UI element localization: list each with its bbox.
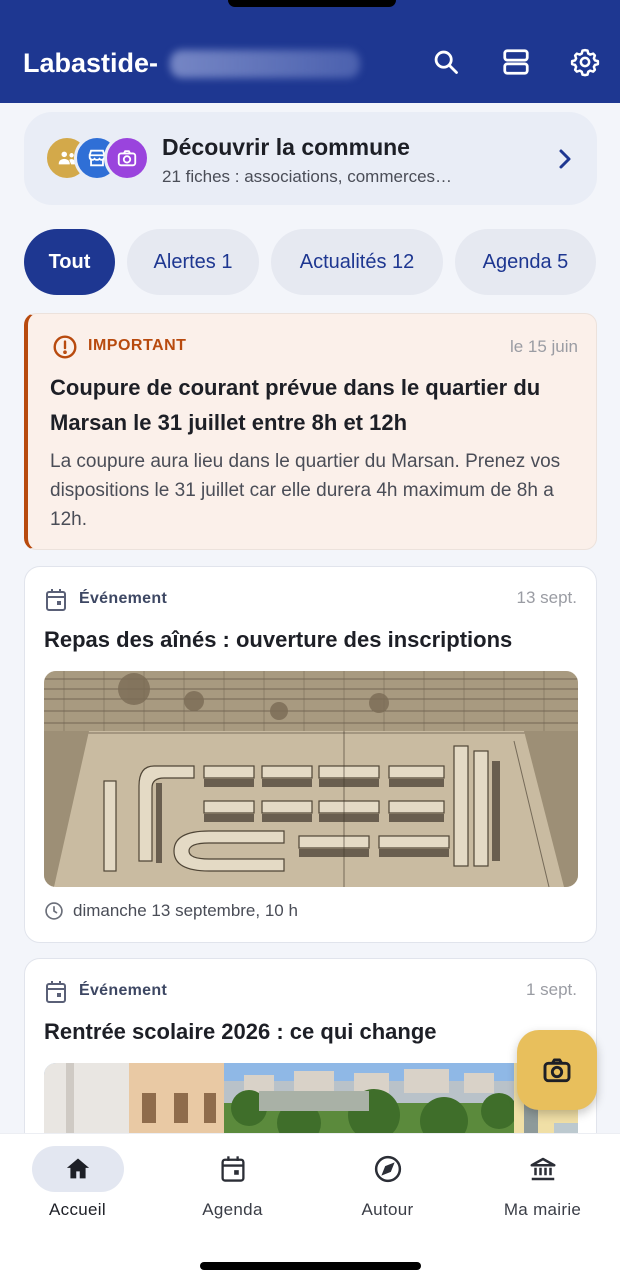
event-card-repas[interactable]: Événement 13 sept. Repas des aînés : ouv… xyxy=(24,566,597,943)
filter-chip-tout[interactable]: Tout xyxy=(24,229,115,295)
alert-label: IMPORTANT xyxy=(88,337,187,354)
nav-accueil-pill xyxy=(32,1146,124,1192)
nav-ma-mairie-pill xyxy=(497,1146,589,1192)
engraving-illustration xyxy=(44,671,578,887)
event-title: Repas des aînés : ouverture des inscript… xyxy=(44,627,513,652)
bottom-navigation: Accueil Agenda Autour Ma mairie xyxy=(0,1133,620,1281)
search-icon xyxy=(434,50,458,74)
calendar-icon xyxy=(221,1156,245,1182)
alert-circle-icon xyxy=(53,335,77,359)
report-photo-button[interactable] xyxy=(517,1030,597,1110)
nav-label: Accueil xyxy=(49,1200,106,1219)
calendar-icon xyxy=(46,589,66,611)
event-date: 1 sept. xyxy=(525,980,577,999)
event-type-label: Événement xyxy=(79,982,168,999)
home-indicator xyxy=(200,1262,421,1270)
settings-button[interactable] xyxy=(570,46,600,78)
calendar-icon xyxy=(46,981,66,1003)
nav-label: Ma mairie xyxy=(503,1200,582,1219)
discover-subtitle: 21 fiches : associations, commerces… xyxy=(162,167,453,186)
redacted-title-blur xyxy=(170,50,360,78)
view-agenda-icon xyxy=(503,49,529,75)
nav-label: Agenda xyxy=(202,1200,263,1219)
nav-autour[interactable]: Autour xyxy=(310,1144,465,1234)
nav-accueil[interactable]: Accueil xyxy=(0,1144,155,1234)
alert-date: le 15 juin xyxy=(509,337,578,356)
view-toggle-button[interactable] xyxy=(501,46,531,78)
device-notch xyxy=(228,0,396,7)
filter-chip-alertes[interactable]: Alertes 1 xyxy=(127,229,259,295)
camera-icon xyxy=(117,150,137,167)
gear-icon xyxy=(570,48,600,77)
discover-commune-card[interactable]: Découvrir la commune 21 fiches : associa… xyxy=(24,112,597,205)
nav-agenda-pill xyxy=(187,1146,279,1192)
nav-ma-mairie[interactable]: Ma mairie xyxy=(465,1144,620,1234)
chevron-right-icon xyxy=(559,149,571,169)
nav-autour-pill xyxy=(342,1146,434,1192)
filter-chip-agenda[interactable]: Agenda 5 xyxy=(455,229,596,295)
town-hall-icon xyxy=(530,1157,556,1181)
photos-avatar xyxy=(104,135,150,181)
compass-icon xyxy=(374,1155,402,1183)
alert-title: Coupure de courant prévue dans le quarti… xyxy=(50,375,541,435)
event-type-label: Événement xyxy=(79,590,168,607)
home-icon xyxy=(66,1158,90,1179)
alert-body: La coupure aura lieu dans le quartier du… xyxy=(50,451,561,530)
important-alert-card[interactable]: IMPORTANT le 15 juin Coupure de courant … xyxy=(24,313,597,550)
app-header: Labastide- xyxy=(0,0,620,103)
nav-label: Autour xyxy=(361,1200,414,1219)
event-time: dimanche 13 septembre, 10 h xyxy=(73,901,298,920)
commune-title[interactable]: Labastide- xyxy=(23,48,158,79)
search-button[interactable] xyxy=(431,46,461,78)
clock-icon xyxy=(45,902,63,920)
filter-chip-actualites[interactable]: Actualités 12 xyxy=(271,229,443,295)
banquet-engraving-image xyxy=(44,671,578,887)
discover-title: Découvrir la commune xyxy=(162,134,410,160)
camera-icon xyxy=(543,1058,571,1083)
nav-agenda[interactable]: Agenda xyxy=(155,1144,310,1234)
event-title: Rentrée scolaire 2026 : ce qui change xyxy=(44,1019,437,1044)
event-date: 13 sept. xyxy=(516,588,578,607)
